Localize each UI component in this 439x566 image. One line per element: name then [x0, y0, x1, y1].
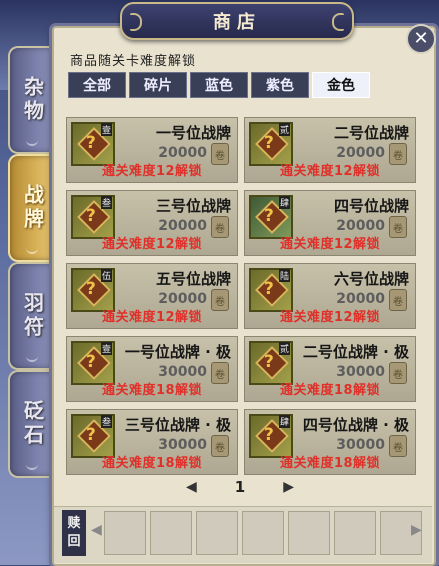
redeem-slot[interactable] [196, 511, 238, 555]
unlock-requirement: 通关难度18解锁 [101, 456, 203, 471]
redeem-slot[interactable] [104, 511, 146, 555]
item-grid: ? 壹 一号位战牌 20000 卷 通关难度12解锁 ? 贰 二号位战牌 20000… [66, 117, 416, 475]
close-button[interactable]: ✕ [406, 24, 436, 54]
side-tab-feather-talisman[interactable]: 羽符 [8, 262, 56, 370]
filter-tab-blue[interactable]: 蓝色 [190, 72, 248, 98]
item-price: 30000 [158, 437, 207, 453]
redeem-slot[interactable] [242, 511, 284, 555]
side-tab-stone[interactable]: 砭石 [8, 370, 56, 478]
filter-tabs: 全部 碎片 蓝色 紫色 金色 [68, 72, 370, 98]
redeem-slot[interactable] [288, 511, 330, 555]
redeem-label-1: 赎 [67, 516, 81, 531]
page-title: 商店 [213, 12, 261, 33]
tab-ornament-icon [26, 354, 38, 362]
filter-tab-purple[interactable]: 紫色 [251, 72, 309, 98]
unlock-requirement: 通关难度12解锁 [101, 164, 203, 179]
unlock-requirement: 通关难度12解锁 [279, 164, 381, 179]
side-tab-misc[interactable]: 杂物 [8, 46, 56, 154]
banner-ornament-icon [332, 13, 344, 31]
arrow-right-icon[interactable]: ▶ [411, 522, 422, 538]
item-name: 二号位战牌 [333, 124, 409, 142]
shop-title-banner: 商店 [120, 2, 354, 40]
item-price: 20000 [336, 291, 385, 307]
item-name: 一号位战牌 · 极 [124, 343, 231, 361]
shop-item-card[interactable]: ? 伍 五号位战牌 20000 卷 通关难度12解锁 [66, 263, 238, 329]
side-tab-label: 砭石 [20, 400, 45, 448]
shop-item-card[interactable]: ? 壹 一号位战牌 · 极 30000 卷 通关难度18解锁 [66, 336, 238, 402]
arrow-left-icon[interactable]: ◀ [91, 522, 102, 538]
shop-item-card[interactable]: ? 贰 二号位战牌 · 极 30000 卷 通关难度18解锁 [244, 336, 416, 402]
arrow-left-icon[interactable]: ◀ [186, 479, 197, 495]
item-name: 六号位战牌 [333, 270, 409, 288]
page-number: 1 [234, 478, 246, 496]
item-price: 20000 [158, 291, 207, 307]
arrow-right-icon[interactable]: ▶ [283, 479, 294, 495]
redeem-slot[interactable] [150, 511, 192, 555]
pager: ◀ 1 ▶ [186, 478, 294, 496]
item-name: 三号位战牌 [155, 197, 231, 215]
shop-item-card[interactable]: ? 叁 三号位战牌 · 极 30000 卷 通关难度18解锁 [66, 409, 238, 475]
unlock-requirement: 通关难度12解锁 [279, 237, 381, 252]
tab-ornament-icon [26, 138, 38, 146]
filter-tab-gold[interactable]: 金色 [312, 72, 370, 98]
item-price: 30000 [336, 437, 385, 453]
item-name: 一号位战牌 [155, 124, 231, 142]
filter-tab-fragment[interactable]: 碎片 [129, 72, 187, 98]
item-name: 四号位战牌 · 极 [302, 416, 409, 434]
close-icon: ✕ [413, 28, 429, 49]
unlock-requirement: 通关难度18解锁 [279, 456, 381, 471]
item-price: 20000 [336, 218, 385, 234]
side-tab-label: 羽符 [20, 292, 45, 340]
unlock-requirement: 通关难度18解锁 [279, 383, 381, 398]
shop-item-card[interactable]: ? 肆 四号位战牌 · 极 30000 卷 通关难度18解锁 [244, 409, 416, 475]
shop-item-card[interactable]: ? 叁 三号位战牌 20000 卷 通关难度12解锁 [66, 190, 238, 256]
redeem-slot[interactable] [334, 511, 376, 555]
item-price: 30000 [158, 364, 207, 380]
item-price: 30000 [336, 364, 385, 380]
redeem-label-2: 回 [67, 534, 81, 549]
unlock-requirement: 通关难度18解锁 [101, 383, 203, 398]
unlock-notice: 商品随关卡难度解锁 [70, 54, 197, 69]
shop-item-card[interactable]: ? 陆 六号位战牌 20000 卷 通关难度12解锁 [244, 263, 416, 329]
banner-ornament-icon [130, 13, 142, 31]
item-price: 20000 [336, 145, 385, 161]
filter-tab-all[interactable]: 全部 [68, 72, 126, 98]
shop-item-card[interactable]: ? 贰 二号位战牌 20000 卷 通关难度12解锁 [244, 117, 416, 183]
item-name: 三号位战牌 · 极 [124, 416, 231, 434]
tab-ornament-icon [26, 246, 38, 254]
item-name: 五号位战牌 [155, 270, 231, 288]
side-tab-label: 战牌 [20, 184, 45, 232]
redeem-slots [104, 511, 422, 555]
unlock-requirement: 通关难度12解锁 [101, 237, 203, 252]
redeem-button[interactable]: 赎 回 [62, 510, 86, 556]
tab-ornament-icon [26, 462, 38, 470]
unlock-requirement: 通关难度12解锁 [101, 310, 203, 325]
unlock-requirement: 通关难度12解锁 [279, 310, 381, 325]
item-price: 20000 [158, 218, 207, 234]
item-price: 20000 [158, 145, 207, 161]
item-name: 二号位战牌 · 极 [302, 343, 409, 361]
item-name: 四号位战牌 [333, 197, 409, 215]
side-tab-battle-cards[interactable]: 战牌 [8, 154, 56, 262]
side-tab-label: 杂物 [20, 76, 45, 124]
shop-item-card[interactable]: ? 肆 四号位战牌 20000 卷 通关难度12解锁 [244, 190, 416, 256]
shop-item-card[interactable]: ? 壹 一号位战牌 20000 卷 通关难度12解锁 [66, 117, 238, 183]
